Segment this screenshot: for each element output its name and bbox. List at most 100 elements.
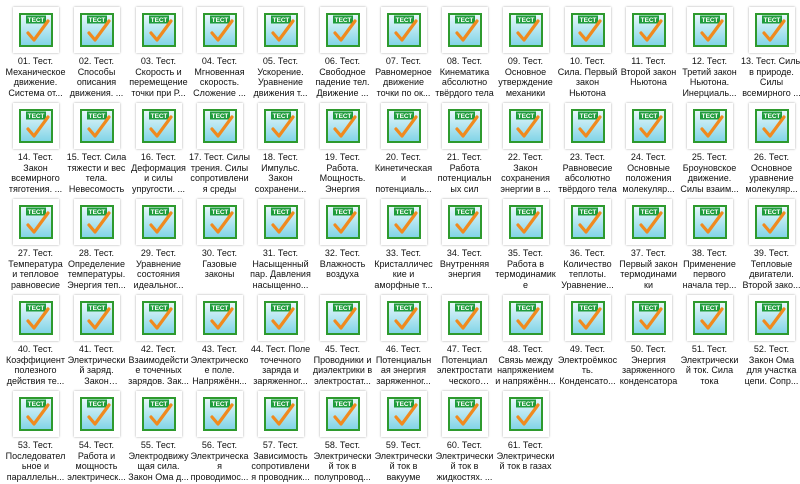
file-item[interactable]: ТЕСТ 28. Тест. Определение температуры. Э… (66, 196, 127, 292)
file-item[interactable]: ТЕСТ 42. Тест. Взаимодейстие точечных зар… (128, 292, 189, 388)
file-item[interactable]: ТЕСТ 36. Тест. Количество теплоты. Уравне… (557, 196, 618, 292)
file-item[interactable]: ТЕСТ 37. Тест. Первый закон термодинами к… (618, 196, 679, 292)
file-item[interactable]: ТЕСТ 33. Тест. Кристалличес кие и аморфны… (373, 196, 434, 292)
file-label: 04. Тест. Мгновенная скорость. Сложение … (193, 56, 246, 98)
file-thumbnail: ТЕСТ (748, 295, 795, 341)
file-item[interactable]: ТЕСТ 44. Тест. Поле точечного заряда и за… (250, 292, 311, 388)
file-label: 15. Тест. Сила тяжести и вес тела. Невес… (66, 152, 127, 194)
file-item[interactable]: ТЕСТ 18. Тест. Импульс. Закон сохранени..… (250, 100, 311, 196)
test-icon: ТЕСТ (447, 109, 482, 143)
file-item[interactable]: ТЕСТ 29. Тест. Уравнение состояния идеаль… (128, 196, 189, 292)
file-item[interactable]: ТЕСТ 01. Тест. Механическое движение. Сис… (5, 4, 66, 100)
file-item[interactable]: ТЕСТ 53. Тест. Последовател ьное и паралл… (5, 388, 66, 484)
file-item[interactable]: ТЕСТ 54. Тест. Работа и мощность электрич… (66, 388, 127, 484)
icon-caption: ТЕСТ (640, 113, 657, 120)
file-item[interactable]: ТЕСТ 13. Тест. Силы в природе. Силы всеми… (741, 4, 800, 100)
icon-caption: ТЕСТ (456, 209, 473, 216)
file-thumbnail: ТЕСТ (196, 199, 243, 245)
file-thumbnail: ТЕСТ (257, 103, 304, 149)
icon-caption: ТЕСТ (211, 113, 228, 120)
icon-caption: ТЕСТ (334, 113, 351, 120)
file-item[interactable]: ТЕСТ 38. Тест. Применение первого начала … (679, 196, 740, 292)
file-item[interactable]: ТЕСТ 02. Тест. Способы описания движения.… (66, 4, 127, 100)
file-item[interactable]: ТЕСТ 55. Тест. Электродвижу щая сила. Зак… (128, 388, 189, 484)
file-item[interactable]: ТЕСТ 11. Тест. Второй закон Ньютона (618, 4, 679, 100)
file-thumbnail: ТЕСТ (380, 199, 427, 245)
file-item[interactable]: ТЕСТ 50. Тест. Энергия заряженного конден… (618, 292, 679, 388)
file-item[interactable]: ТЕСТ 23. Тест. Равновесие абсолютно твёрд… (557, 100, 618, 196)
file-item[interactable]: ТЕСТ 14. Тест. Закон всемирного тяготения… (5, 100, 66, 196)
file-item[interactable]: ТЕСТ 41. Тест. Электрически й заряд. Зако… (66, 292, 127, 388)
file-item[interactable]: ТЕСТ 35. Тест. Работа в термодинамик е (495, 196, 556, 292)
file-item[interactable]: ТЕСТ 49. Тест. Электроёмкос ть. Конденсат… (557, 292, 618, 388)
icon-caption: ТЕСТ (272, 113, 289, 120)
file-item[interactable]: ТЕСТ 22. Тест. Закон сохранения энергии в… (495, 100, 556, 196)
icon-caption: ТЕСТ (517, 209, 534, 216)
file-thumbnail: ТЕСТ (564, 199, 611, 245)
file-item[interactable]: ТЕСТ 52. Тест. Закон Ома для участка цепи… (741, 292, 800, 388)
file-item[interactable]: ТЕСТ 43. Тест. Электрическо е поле. Напря… (189, 292, 250, 388)
file-item[interactable]: ТЕСТ 57. Тест. Зависимость сопротивления … (250, 388, 311, 484)
file-thumbnail: ТЕСТ (564, 295, 611, 341)
file-item[interactable]: ТЕСТ 56. Тест. Электрическа я проводимос.… (189, 388, 250, 484)
file-item[interactable]: ТЕСТ 04. Тест. Мгновенная скорость. Сложе… (189, 4, 250, 100)
file-label: 34. Тест. Внутренняя энергия (439, 248, 490, 279)
test-icon: ТЕСТ (447, 205, 482, 239)
file-item[interactable]: ТЕСТ 10. Тест. Сила. Первый закон Ньютона (557, 4, 618, 100)
file-item[interactable]: ТЕСТ 60. Тест. Электрически й ток в жидко… (434, 388, 495, 484)
file-item[interactable]: ТЕСТ 15. Тест. Сила тяжести и вес тела. Н… (66, 100, 127, 196)
file-item[interactable]: ТЕСТ 17. Тест. Силы трения. Силы сопротив… (189, 100, 250, 196)
file-label: 14. Тест. Закон всемирного тяготения. ..… (8, 152, 63, 194)
file-item[interactable]: ТЕСТ 07. Тест. Равномерное движение точки… (373, 4, 434, 100)
file-thumbnail: ТЕСТ (380, 295, 427, 341)
file-item[interactable]: ТЕСТ 27. Тест. Температура и тепловое рав… (5, 196, 66, 292)
file-item[interactable]: ТЕСТ 21. Тест. Работа потенциальн ых сил (434, 100, 495, 196)
test-icon: ТЕСТ (754, 13, 789, 47)
icon-caption: ТЕСТ (150, 305, 167, 312)
test-icon: ТЕСТ (631, 109, 666, 143)
file-item[interactable]: ТЕСТ 30. Тест. Газовые законы (189, 196, 250, 292)
icon-caption: ТЕСТ (334, 209, 351, 216)
file-item[interactable]: ТЕСТ 61. Тест. Электрически й ток в газах (495, 388, 556, 484)
file-item[interactable]: ТЕСТ 47. Тест. Потенциал электростати чес… (434, 292, 495, 388)
test-icon: ТЕСТ (202, 301, 237, 335)
file-item[interactable]: ТЕСТ 31. Тест. Насыщенный пар. Давления н… (250, 196, 311, 292)
file-item[interactable]: ТЕСТ 16. Тест. Деформация и силы упругост… (128, 100, 189, 196)
file-item[interactable]: ТЕСТ 19. Тест. Работа. Мощность. Энергия (312, 100, 373, 196)
file-item[interactable]: ТЕСТ 39. Тест. Тепловые двигатели. Второй… (741, 196, 800, 292)
test-icon: ТЕСТ (386, 13, 421, 47)
file-item[interactable]: ТЕСТ 05. Тест. Ускорение. Уравнение движе… (250, 4, 311, 100)
test-icon: ТЕСТ (508, 301, 543, 335)
file-item[interactable]: ТЕСТ 24. Тест. Основные положения молекул… (618, 100, 679, 196)
file-item[interactable]: ТЕСТ 34. Тест. Внутренняя энергия (434, 196, 495, 292)
file-item[interactable]: ТЕСТ 09. Тест. Основное утверждение механ… (495, 4, 556, 100)
file-item[interactable]: ТЕСТ 06. Тест. Свободное падение тел. Дви… (312, 4, 373, 100)
test-icon: ТЕСТ (79, 301, 114, 335)
test-icon: ТЕСТ (263, 13, 298, 47)
file-item[interactable]: ТЕСТ 03. Тест. Скорость и перемещение точ… (128, 4, 189, 100)
icon-caption: ТЕСТ (517, 305, 534, 312)
file-item[interactable]: ТЕСТ 40. Тест. Коэффициент полезного дейс… (5, 292, 66, 388)
file-thumbnail: ТЕСТ (135, 103, 182, 149)
file-thumbnail: ТЕСТ (257, 295, 304, 341)
file-item[interactable]: ТЕСТ 25. Тест. Броуновское движение. Силы… (679, 100, 740, 196)
file-item[interactable]: ТЕСТ 20. Тест. Кинетическая и потенциаль.… (373, 100, 434, 196)
file-item[interactable]: ТЕСТ 51. Тест. Электрически й ток. Сила т… (679, 292, 740, 388)
file-item[interactable]: ТЕСТ 48. Тест. Связь между напряжением и … (495, 292, 556, 388)
test-icon: ТЕСТ (141, 109, 176, 143)
test-icon: ТЕСТ (79, 13, 114, 47)
test-icon: ТЕСТ (447, 301, 482, 335)
file-thumbnail: ТЕСТ (748, 199, 795, 245)
file-item[interactable]: ТЕСТ 46. Тест. Потенциальн ая энергия зар… (373, 292, 434, 388)
file-item[interactable]: ТЕСТ 32. Тест. Влажность воздуха (312, 196, 373, 292)
icon-caption: ТЕСТ (395, 209, 412, 216)
file-item[interactable]: ТЕСТ 08. Тест. Кинематика абсолютно твёрд… (434, 4, 495, 100)
test-icon: ТЕСТ (263, 205, 298, 239)
file-item[interactable]: ТЕСТ 26. Тест. Основное уравнение молекул… (741, 100, 800, 196)
file-item[interactable]: ТЕСТ 12. Тест. Третий закон Ньютона. Инер… (679, 4, 740, 100)
file-item[interactable]: ТЕСТ 59. Тест. Электрически й ток в вакуу… (373, 388, 434, 484)
file-item[interactable]: ТЕСТ 58. Тест. Электрически й ток в полуп… (312, 388, 373, 484)
file-item[interactable]: ТЕСТ 45. Тест. Проводники и диэлектрики в… (312, 292, 373, 388)
file-thumbnail: ТЕСТ (73, 391, 120, 437)
file-thumbnail: ТЕСТ (380, 7, 427, 53)
